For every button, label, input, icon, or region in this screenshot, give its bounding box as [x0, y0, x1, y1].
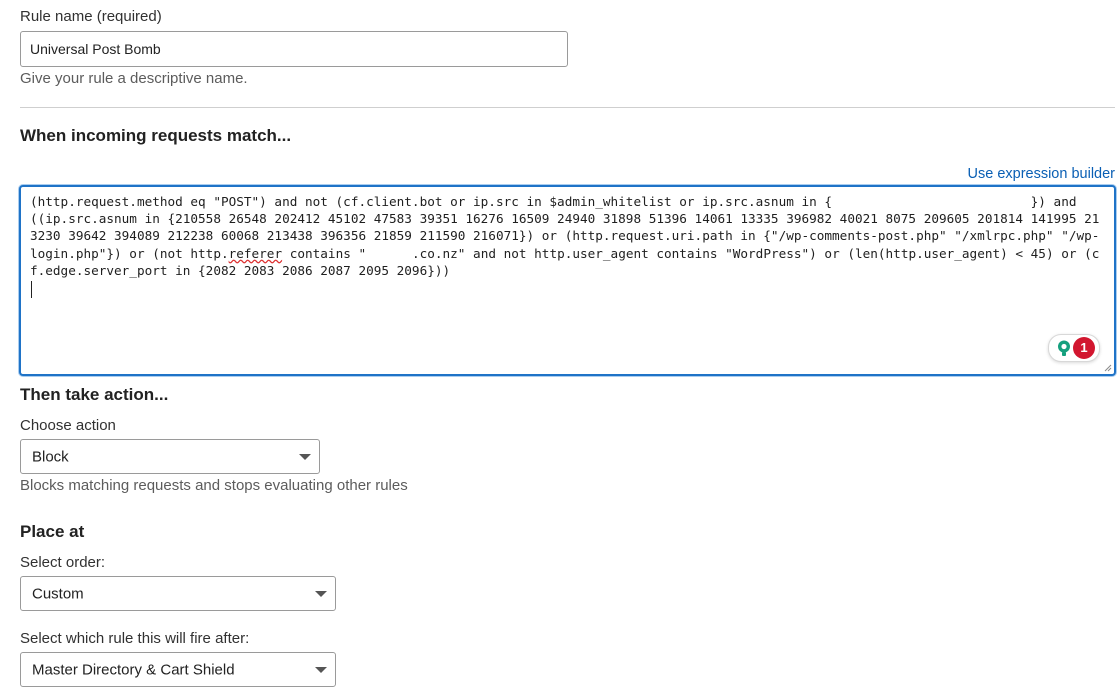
match-heading: When incoming requests match...	[20, 126, 292, 145]
grammarly-widget[interactable]: 1	[1048, 334, 1100, 362]
spellcheck-word: referer	[228, 245, 283, 261]
rule-name-input[interactable]	[20, 31, 568, 67]
chevron-down-icon	[299, 453, 311, 460]
grammarly-count-badge: 1	[1073, 337, 1095, 359]
chevron-down-icon	[315, 590, 327, 597]
rule-name-help: Give your rule a descriptive name.	[20, 70, 248, 87]
resize-handle-icon[interactable]	[1104, 364, 1112, 372]
rule-name-label: Rule name (required)	[20, 8, 162, 25]
lightbulb-icon	[1058, 340, 1070, 356]
action-select-value: Block	[32, 448, 69, 465]
fire-after-select-value: Master Directory & Cart Shield	[32, 661, 235, 678]
order-select-value: Custom	[32, 585, 84, 602]
fire-after-select[interactable]: Master Directory & Cart Shield	[20, 652, 336, 687]
expression-text: (http.request.method eq "POST") and not …	[30, 193, 1102, 279]
choose-action-label: Choose action	[20, 417, 116, 434]
order-select[interactable]: Custom	[20, 576, 336, 611]
expression-builder-link[interactable]: Use expression builder	[968, 166, 1116, 182]
action-help: Blocks matching requests and stops evalu…	[20, 477, 408, 494]
text-cursor	[31, 281, 32, 298]
chevron-down-icon	[315, 666, 327, 673]
action-select[interactable]: Block	[20, 439, 320, 474]
action-heading: Then take action...	[20, 385, 169, 404]
select-order-label: Select order:	[20, 554, 106, 571]
place-heading: Place at	[20, 522, 85, 541]
expression-editor[interactable]: (http.request.method eq "POST") and not …	[19, 185, 1116, 376]
fire-after-label: Select which rule this will fire after:	[20, 630, 250, 647]
section-divider	[20, 107, 1115, 108]
